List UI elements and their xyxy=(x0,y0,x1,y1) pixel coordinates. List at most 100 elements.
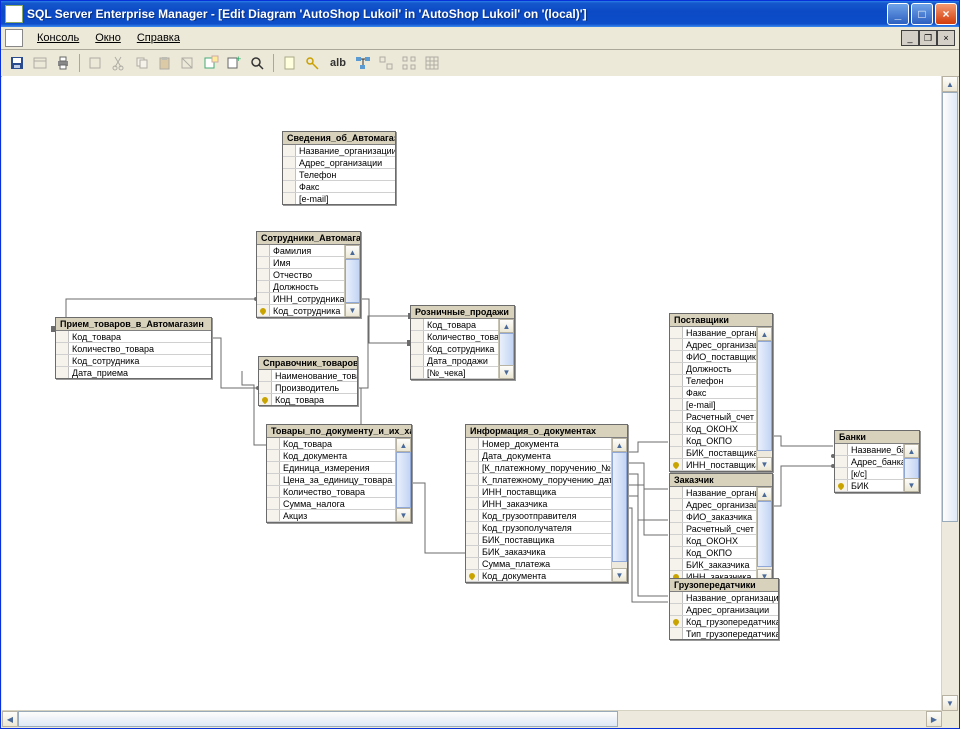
scroll-thumb[interactable] xyxy=(757,341,772,451)
scroll-up-button[interactable]: ▲ xyxy=(612,438,627,452)
table-Сотрудники_Автомагазина[interactable]: Сотрудники_АвтомагазинаФамилияИмяОтчеств… xyxy=(256,231,361,318)
table-row[interactable]: Код_грузополучателя xyxy=(466,522,627,534)
table-header[interactable]: Сотрудники_Автомагазина xyxy=(257,232,360,245)
table-scrollbar[interactable]: ▲▼ xyxy=(395,438,411,522)
table-row[interactable]: Телефон xyxy=(283,169,395,181)
horizontal-scrollbar[interactable]: ◀ ▶ xyxy=(2,710,942,727)
table-row[interactable]: Номер_документа xyxy=(466,438,627,450)
table-row[interactable]: Сумма_платежа xyxy=(466,558,627,570)
table-row[interactable]: Тип_грузопередатчика xyxy=(670,628,778,639)
scroll-right-button[interactable]: ▶ xyxy=(926,711,942,727)
add-table-button[interactable] xyxy=(201,53,221,73)
table-header[interactable]: Грузопередатчики xyxy=(670,579,778,592)
mdi-minimize-button[interactable]: _ xyxy=(901,30,919,46)
menu-window[interactable]: Окно xyxy=(87,30,129,46)
scroll-down-button[interactable]: ▼ xyxy=(904,478,919,492)
add-related-button[interactable]: + xyxy=(224,53,244,73)
properties-button[interactable] xyxy=(30,53,50,73)
title-bar[interactable]: SQL Server Enterprise Manager - [Edit Di… xyxy=(1,1,959,27)
table-header[interactable]: Сведения_об_Автомагаз xyxy=(283,132,395,145)
close-button[interactable]: × xyxy=(935,3,957,25)
scroll-thumb[interactable] xyxy=(345,259,360,303)
scroll-up-button[interactable]: ▲ xyxy=(396,438,411,452)
table-header[interactable]: Банки xyxy=(835,431,919,444)
table-row[interactable]: Количество_товара xyxy=(56,343,211,355)
table-row[interactable]: Код_товара xyxy=(56,331,211,343)
table-scrollbar[interactable]: ▲▼ xyxy=(344,245,360,317)
mdi-close-button[interactable]: × xyxy=(937,30,955,46)
scroll-down-button[interactable]: ▼ xyxy=(499,365,514,379)
table-row[interactable]: БИК_поставщика xyxy=(466,534,627,546)
scroll-up-button[interactable]: ▲ xyxy=(757,487,772,501)
text-label-button[interactable]: alb xyxy=(326,53,350,73)
scroll-up-button[interactable]: ▲ xyxy=(904,444,919,458)
table-row[interactable]: Код_документа xyxy=(267,450,411,462)
delete-button[interactable] xyxy=(178,53,198,73)
zoom-button[interactable] xyxy=(247,53,267,73)
table-row[interactable]: Код_грузопередатчика xyxy=(670,616,778,628)
table-row[interactable]: Единица_измерения xyxy=(267,462,411,474)
arrange-selection-button[interactable] xyxy=(376,53,396,73)
vertical-scrollbar[interactable]: ▲ ▼ xyxy=(941,76,958,711)
table-row[interactable]: [К_платежному_поручению_№] xyxy=(466,462,627,474)
scroll-down-button[interactable]: ▼ xyxy=(757,457,772,471)
table-Информация_о_документах[interactable]: Информация_о_документахНомер_документаДа… xyxy=(465,424,628,583)
table-header[interactable]: Товары_по_документу_и_их_хар xyxy=(267,425,411,438)
table-Розничные_продажи[interactable]: Розничные_продажиКод_товараКоличество_то… xyxy=(410,305,515,380)
table-row[interactable]: Название_организации xyxy=(670,592,778,604)
table-scrollbar[interactable]: ▲▼ xyxy=(903,444,919,492)
table-row[interactable]: Адрес_организации xyxy=(283,157,395,169)
table-Прием_товаров_в_Автомагазин[interactable]: Прием_товаров_в_АвтомагазинКод_товараКол… xyxy=(55,317,212,379)
table-row[interactable]: Код_грузоотправителя xyxy=(466,510,627,522)
table-row[interactable]: БИК_заказчика xyxy=(466,546,627,558)
table-row[interactable]: Факс xyxy=(283,181,395,193)
maximize-button[interactable]: □ xyxy=(911,3,933,25)
scroll-up-button[interactable]: ▲ xyxy=(942,76,958,92)
save-button[interactable] xyxy=(7,53,27,73)
table-row[interactable]: Цена_за_единицу_товара xyxy=(267,474,411,486)
minimize-button[interactable]: _ xyxy=(887,3,909,25)
table-row[interactable]: Дата_документа xyxy=(466,450,627,462)
table-row[interactable]: Количество_товара xyxy=(267,486,411,498)
table-row[interactable]: ИНН_поставщика xyxy=(466,486,627,498)
table-scrollbar[interactable]: ▲▼ xyxy=(611,438,627,582)
table-row[interactable]: Адрес_организации xyxy=(670,604,778,616)
table-row[interactable]: Код_сотрудника xyxy=(56,355,211,367)
table-row[interactable]: Акциз xyxy=(267,510,411,522)
table-Справочник_товаров[interactable]: Справочник_товаровНаименование_товараПро… xyxy=(258,356,358,406)
scroll-left-button[interactable]: ◀ xyxy=(2,711,18,727)
mdi-restore-button[interactable]: ❐ xyxy=(919,30,937,46)
table-row[interactable]: Сумма_налога xyxy=(267,498,411,510)
diagram-canvas[interactable]: Сведения_об_Автомагаз Название_организаци… xyxy=(2,76,942,711)
scroll-up-button[interactable]: ▲ xyxy=(499,319,514,333)
table-Заказчик[interactable]: ЗаказчикНазвание_организацииАдрес_органи… xyxy=(669,473,773,584)
paste-button[interactable] xyxy=(155,53,175,73)
table-Банки[interactable]: БанкиНазвание_банкаАдрес_банка[к/с]БИК▲▼ xyxy=(834,430,920,493)
scroll-up-button[interactable]: ▲ xyxy=(757,327,772,341)
scroll-thumb[interactable] xyxy=(612,452,627,562)
scroll-thumb[interactable] xyxy=(757,501,772,567)
cut-button[interactable] xyxy=(109,53,129,73)
table-Грузопередатчики[interactable]: ГрузопередатчикиНазвание_организацииАдре… xyxy=(669,578,779,640)
scroll-up-button[interactable]: ▲ xyxy=(345,245,360,259)
table-Поставщики[interactable]: ПоставщикиНазвание_организацииАдрес_орга… xyxy=(669,313,773,472)
table-row[interactable]: ИНН_заказчика xyxy=(466,498,627,510)
horizontal-scroll-thumb[interactable] xyxy=(18,711,618,727)
table-row[interactable]: Код_товара xyxy=(267,438,411,450)
page-breaks-button[interactable] xyxy=(422,53,442,73)
vertical-scroll-thumb[interactable] xyxy=(942,92,958,522)
table-header[interactable]: Прием_товаров_в_Автомагазин xyxy=(56,318,211,331)
table-Сведения_об_Автомагаз[interactable]: Сведения_об_АвтомагазНазвание_организаци… xyxy=(282,131,396,205)
table-scrollbar[interactable]: ▲▼ xyxy=(756,327,772,471)
print-button[interactable] xyxy=(53,53,73,73)
copy-button[interactable] xyxy=(132,53,152,73)
menu-help[interactable]: Справка xyxy=(129,30,188,46)
table-header[interactable]: Розничные_продажи xyxy=(411,306,514,319)
table-row[interactable]: Код_документа xyxy=(466,570,627,582)
scroll-down-button[interactable]: ▼ xyxy=(345,303,360,317)
scroll-down-button[interactable]: ▼ xyxy=(942,695,958,711)
menu-console[interactable]: Консоль xyxy=(29,30,87,46)
table-header[interactable]: Справочник_товаров xyxy=(259,357,357,370)
table-row[interactable]: К_платежному_поручению_дата xyxy=(466,474,627,486)
mdi-icon[interactable] xyxy=(5,29,23,47)
